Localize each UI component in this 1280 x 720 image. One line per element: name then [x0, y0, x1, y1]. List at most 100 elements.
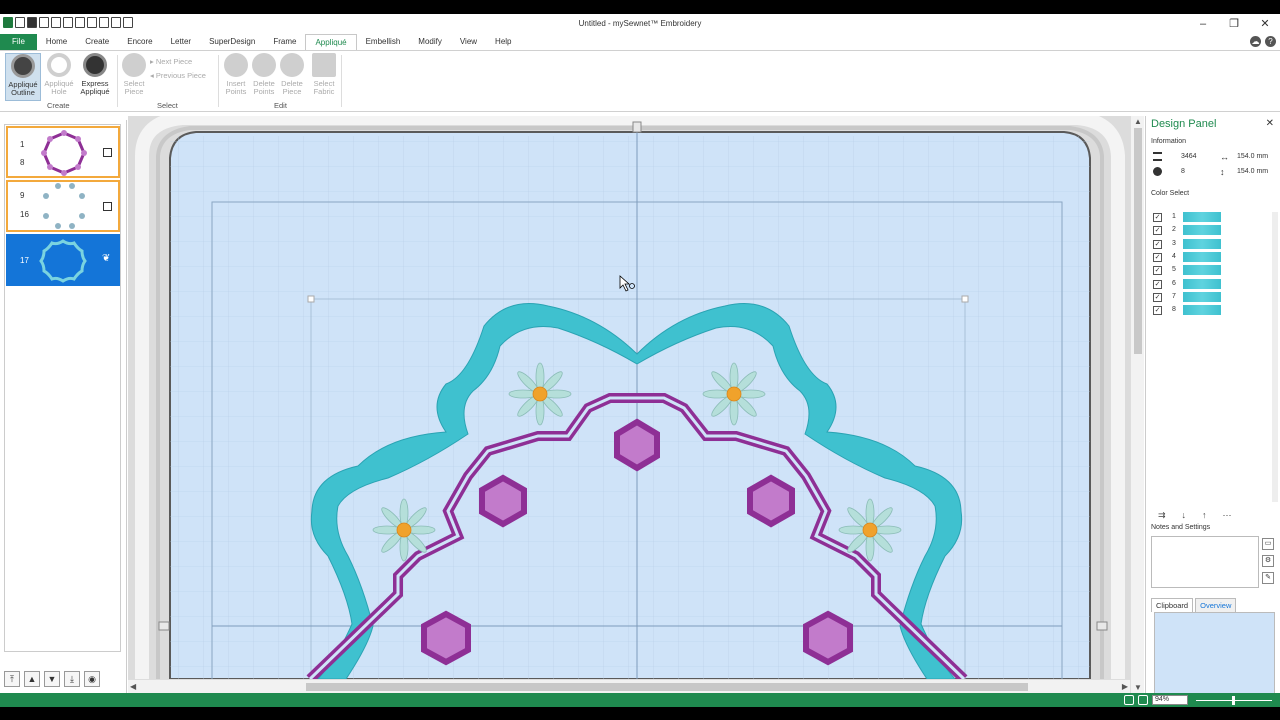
color-swatch[interactable] — [1183, 238, 1221, 249]
select-fabric-button[interactable]: Select Fabric — [310, 53, 338, 96]
next-piece-button[interactable]: ▸ Next Piece — [150, 57, 192, 66]
tab-create[interactable]: Create — [76, 34, 118, 50]
color-number: 5 — [1172, 266, 1176, 274]
color-list-scrollbar[interactable] — [1272, 212, 1278, 502]
color-swatch[interactable] — [1183, 265, 1221, 276]
delete-piece-button[interactable]: Delete Piece — [278, 53, 306, 96]
tab-view[interactable]: View — [451, 34, 486, 50]
zoom-to-hoop-icon[interactable] — [1138, 695, 1148, 705]
color-row[interactable]: ✓ 8 — [1151, 305, 1271, 316]
applique-type-icon: ❦ — [102, 253, 111, 264]
tab-help[interactable]: Help — [486, 34, 520, 50]
applique-hole-button[interactable]: Appliqué Hole — [42, 53, 76, 96]
palette-icon — [1153, 167, 1162, 176]
color-checkbox[interactable]: ✓ — [1153, 226, 1162, 236]
canvas-vertical-scrollbar[interactable]: ▲ ▼ — [1130, 116, 1144, 693]
move-color-up-icon[interactable]: ↑ — [1202, 510, 1207, 521]
ribbon: Appliqué Outline Appliqué Hole Express A… — [0, 50, 1280, 112]
minimize-icon[interactable]: – — [1193, 17, 1213, 31]
move-color-down-icon[interactable]: ↓ — [1182, 510, 1187, 521]
zoom-select[interactable]: 94% — [1152, 695, 1188, 705]
insert-points-button[interactable]: Insert Points — [222, 53, 250, 96]
color-row[interactable]: ✓ 2 — [1151, 225, 1271, 236]
color-swatch[interactable] — [1183, 225, 1221, 236]
settings-icon[interactable]: ⚙ — [1262, 555, 1274, 567]
color-swatch[interactable] — [1183, 212, 1221, 222]
move-to-bottom-icon[interactable]: ⤓ — [64, 671, 80, 687]
delete-points-label: Delete Points — [253, 79, 275, 96]
color-row[interactable]: ✓ 3 — [1151, 238, 1271, 250]
tab-applique[interactable]: Appliqué — [305, 34, 357, 50]
color-number: 6 — [1172, 279, 1176, 287]
design-canvas[interactable] — [128, 116, 1130, 679]
color-swatch[interactable] — [1183, 251, 1221, 262]
merge-colors-icon[interactable]: ⇉ — [1158, 510, 1166, 521]
close-panel-icon[interactable]: ✕ — [1266, 118, 1274, 129]
color-row[interactable]: ✓ 5 — [1151, 265, 1271, 276]
select-piece-button[interactable]: Select Piece — [120, 53, 148, 96]
close-icon[interactable]: ✕ — [1255, 17, 1275, 31]
color-swatch[interactable] — [1183, 278, 1221, 289]
color-checkbox[interactable]: ✓ — [1153, 213, 1162, 222]
group-separator — [218, 55, 219, 107]
color-row[interactable]: ✓ 1 — [1151, 212, 1271, 223]
embroidery-type-icon — [103, 148, 112, 157]
tab-superdesign[interactable]: SuperDesign — [200, 34, 264, 50]
tab-overview[interactable]: Overview — [1195, 598, 1237, 612]
color-checkbox[interactable]: ✓ — [1153, 252, 1162, 262]
notes-textarea[interactable] — [1151, 536, 1259, 588]
thumbnail-item[interactable]: 9 16 — [6, 180, 120, 232]
color-checkbox[interactable]: ✓ — [1153, 306, 1162, 316]
move-up-icon[interactable]: ▲ — [24, 671, 40, 687]
previous-piece-button[interactable]: ◂ Previous Piece — [150, 71, 206, 80]
tab-embellish[interactable]: Embellish — [357, 34, 410, 50]
tab-modify[interactable]: Modify — [409, 34, 451, 50]
color-number: 4 — [1172, 252, 1176, 260]
tab-file[interactable]: File — [0, 34, 37, 50]
move-down-icon[interactable]: ▼ — [44, 671, 60, 687]
color-checkbox[interactable]: ✓ — [1153, 266, 1162, 276]
edit-icon[interactable]: ✎ — [1262, 572, 1274, 584]
express-applique-button[interactable]: Express Appliqué — [77, 53, 113, 96]
community-icon[interactable]: ☁ — [1250, 36, 1261, 47]
thumbnail-start-number: 17 — [20, 256, 29, 265]
applique-outline-button[interactable]: Appliqué Outline — [5, 53, 41, 101]
group-separator — [341, 55, 342, 107]
visibility-icon[interactable]: ◉ — [84, 671, 100, 687]
design-panel: Design Panel ✕ Information 3464 ↔ 154.0 … — [1145, 116, 1280, 698]
tab-letter[interactable]: Letter — [162, 34, 200, 50]
thumbnail-item[interactable]: 1 8 — [6, 126, 120, 178]
overview-preview[interactable] — [1154, 612, 1275, 698]
tab-clipboard[interactable]: Clipboard — [1151, 598, 1194, 612]
thumbnail-item-selected[interactable]: 17 ❦ — [6, 234, 120, 286]
color-checkbox[interactable]: ✓ — [1153, 292, 1162, 302]
tab-home[interactable]: Home — [37, 34, 76, 50]
thumbnail-preview — [43, 183, 85, 229]
comment-icon[interactable]: ▭ — [1262, 538, 1274, 550]
horizontal-scroll-thumb[interactable] — [306, 683, 1028, 691]
zoom-slider-thumb[interactable] — [1232, 696, 1235, 705]
delete-points-button[interactable]: Delete Points — [250, 53, 278, 96]
next-piece-label: Next Piece — [155, 57, 193, 66]
design-panel-title: Design Panel — [1151, 118, 1217, 130]
stitch-count: 3464 — [1181, 153, 1197, 160]
vertical-scroll-thumb[interactable] — [1134, 128, 1142, 354]
color-checkbox[interactable]: ✓ — [1153, 239, 1162, 249]
color-checkbox[interactable]: ✓ — [1153, 279, 1162, 289]
color-swatch[interactable] — [1183, 291, 1221, 302]
applique-outline-icon — [11, 54, 35, 78]
tab-frame[interactable]: Frame — [264, 34, 305, 50]
color-row[interactable]: ✓ 6 — [1151, 278, 1271, 290]
help-icon[interactable]: ? — [1265, 36, 1276, 47]
color-row[interactable]: ✓ 4 — [1151, 251, 1271, 263]
zoom-to-fit-icon[interactable] — [1124, 695, 1134, 705]
canvas-horizontal-scrollbar[interactable]: ◀ ▶ — [128, 679, 1130, 693]
color-options-icon[interactable]: ⋯ — [1223, 510, 1232, 521]
move-to-top-icon[interactable]: ⤒ — [4, 671, 20, 687]
restore-icon[interactable]: ❐ — [1224, 17, 1244, 31]
tab-encore[interactable]: Encore — [118, 34, 161, 50]
color-row[interactable]: ✓ 7 — [1151, 291, 1271, 303]
insert-points-label: Insert Points — [225, 79, 247, 96]
select-fabric-label: Select Fabric — [313, 79, 335, 96]
color-swatch[interactable] — [1183, 305, 1221, 316]
